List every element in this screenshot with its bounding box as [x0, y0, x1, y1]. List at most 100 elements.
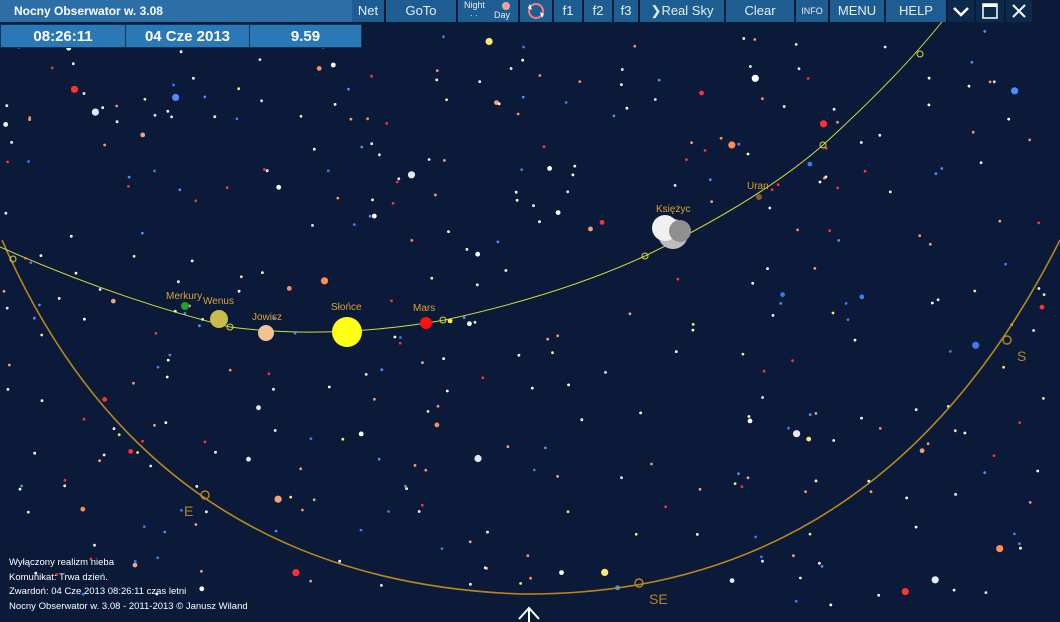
star — [267, 372, 271, 376]
collapse-button[interactable] — [948, 0, 976, 22]
star — [165, 375, 169, 379]
star — [166, 358, 170, 362]
star — [532, 204, 535, 208]
star — [650, 462, 653, 466]
star — [819, 120, 828, 128]
venus-planet[interactable] — [210, 310, 228, 328]
sun-label: Słońce — [331, 302, 362, 313]
star — [729, 578, 735, 583]
star — [143, 97, 147, 101]
star — [380, 584, 383, 587]
star — [657, 78, 661, 82]
star — [497, 102, 501, 106]
star — [63, 478, 67, 482]
star — [930, 301, 934, 305]
maximize-button[interactable] — [976, 0, 1006, 22]
real-sky-button[interactable]: ❯Real Sky — [640, 0, 726, 22]
mercury-planet[interactable] — [181, 302, 189, 310]
star — [301, 508, 304, 512]
menu-button[interactable]: MENU — [830, 0, 886, 22]
star — [780, 292, 785, 297]
star — [761, 396, 764, 399]
net-button[interactable]: Net — [352, 0, 386, 22]
star — [927, 103, 931, 107]
star — [1037, 287, 1041, 290]
maximize-icon — [982, 3, 998, 19]
star — [237, 289, 241, 293]
star — [992, 454, 996, 457]
star — [194, 199, 198, 203]
star — [604, 371, 607, 374]
help-button[interactable]: HELP — [886, 0, 948, 22]
star — [311, 224, 314, 227]
star — [485, 37, 493, 46]
star — [101, 106, 105, 109]
moon-body[interactable] — [652, 215, 691, 249]
clear-button[interactable]: Clear — [726, 0, 796, 22]
star — [1028, 501, 1032, 504]
star — [338, 559, 342, 563]
status-message: Komunikat: Trwa dzień. — [9, 571, 108, 583]
time-display[interactable]: 08:26:11 — [0, 24, 126, 48]
star — [426, 410, 430, 413]
close-button[interactable] — [1006, 0, 1032, 22]
star — [445, 389, 449, 393]
star — [796, 228, 799, 232]
direction-southeast: SE — [649, 591, 668, 607]
star — [40, 399, 44, 402]
sun-body[interactable] — [332, 317, 362, 347]
night-day-toggle[interactable]: Night · · Day — [458, 0, 520, 22]
star — [1032, 329, 1035, 332]
star — [140, 132, 146, 138]
star — [395, 180, 399, 184]
star — [747, 418, 753, 424]
star — [844, 302, 848, 305]
value-display[interactable]: 9.59 — [250, 24, 362, 48]
star — [771, 314, 775, 317]
star — [309, 579, 313, 583]
star — [556, 475, 559, 478]
star — [673, 184, 677, 187]
star — [380, 368, 384, 372]
star — [832, 439, 836, 442]
star — [859, 294, 865, 300]
star — [905, 496, 909, 500]
star — [573, 164, 577, 168]
star — [156, 365, 160, 369]
star — [699, 90, 704, 96]
star — [685, 158, 688, 162]
goto-button[interactable]: GoTo — [386, 0, 458, 22]
star — [1019, 546, 1022, 550]
f1-button[interactable]: f1 — [554, 0, 584, 22]
uranus-planet[interactable] — [756, 194, 762, 200]
star — [836, 186, 840, 190]
star — [836, 120, 839, 124]
star — [542, 145, 546, 149]
toolbar: Net GoTo Night · · Day f1 f2 f3 ❯Real Sk… — [352, 0, 1032, 22]
star — [779, 302, 783, 305]
star — [768, 206, 772, 210]
star — [747, 415, 751, 418]
star — [883, 45, 887, 49]
f2-button[interactable]: f2 — [584, 0, 614, 22]
star — [983, 471, 987, 474]
info-button[interactable]: INFO — [796, 0, 830, 22]
star — [737, 472, 740, 475]
star — [820, 565, 824, 568]
jupiter-planet[interactable] — [258, 325, 274, 341]
night-label: Night — [464, 0, 486, 10]
f3-button[interactable]: f3 — [614, 0, 640, 22]
star — [620, 83, 623, 86]
star — [205, 510, 208, 514]
arrow-up-icon[interactable] — [516, 604, 542, 622]
star — [967, 84, 971, 88]
refresh-button[interactable] — [520, 0, 554, 22]
star — [289, 495, 293, 499]
star — [80, 506, 86, 512]
star — [837, 239, 841, 242]
sky-map[interactable]: E SE S Merkury Wenus Jowisz Słońce Mars … — [0, 0, 1060, 622]
mars-planet[interactable] — [420, 317, 432, 329]
star — [936, 298, 940, 302]
star — [475, 283, 479, 287]
date-display[interactable]: 04 Cze 2013 — [126, 24, 250, 48]
